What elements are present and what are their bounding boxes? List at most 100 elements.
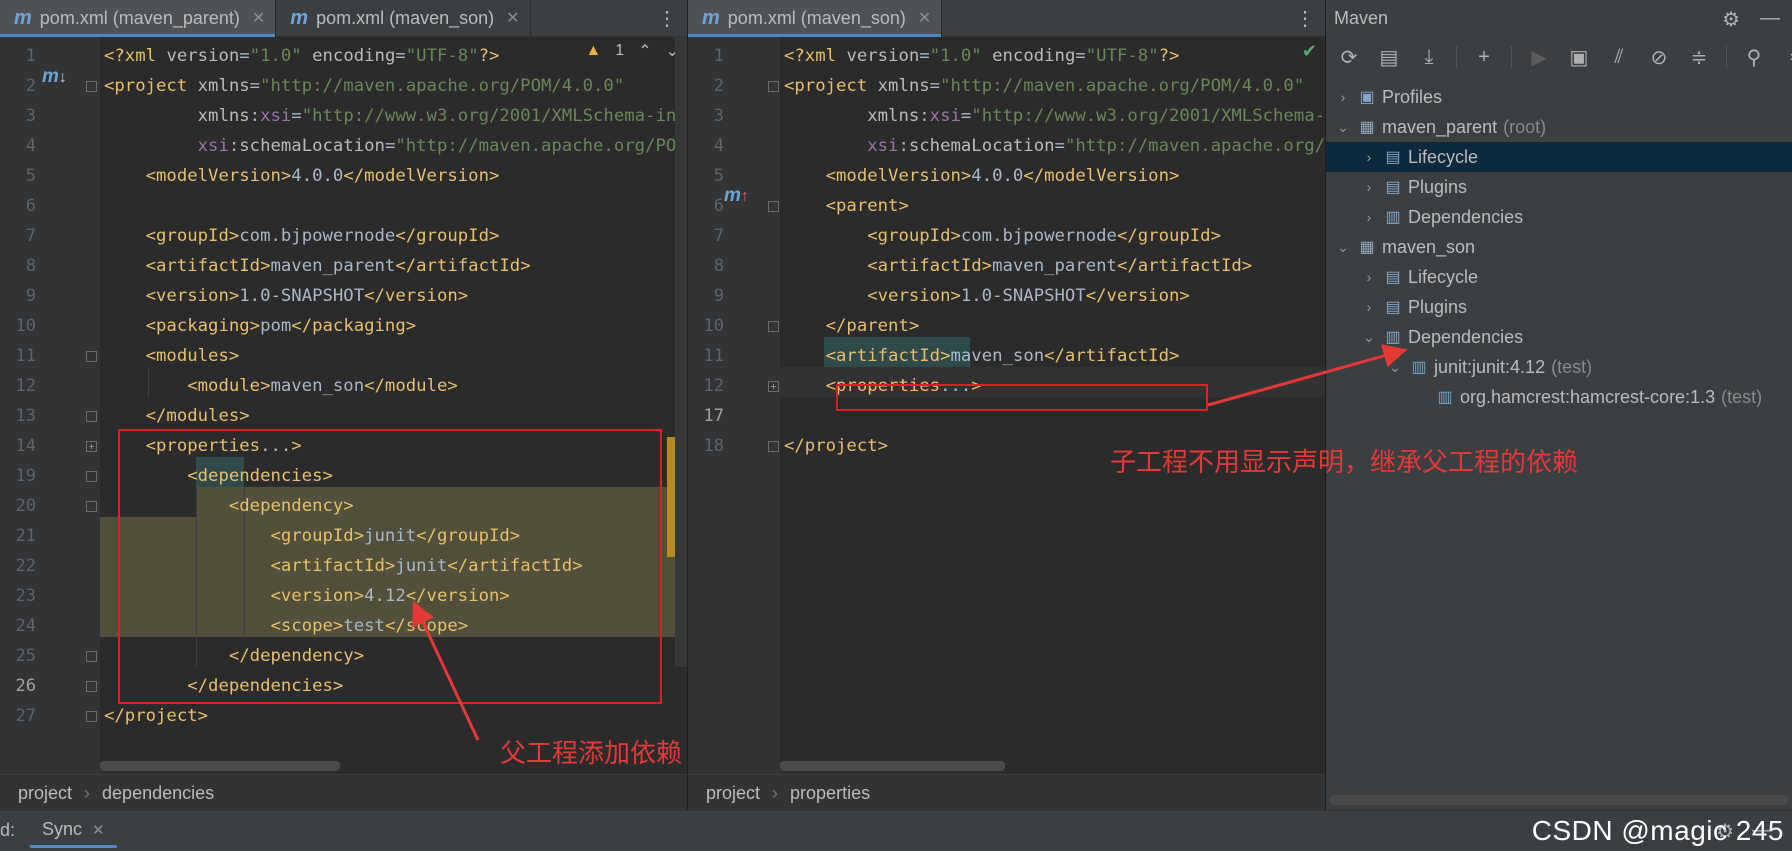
- line-number[interactable]: 25: [0, 641, 36, 671]
- code-line[interactable]: <project xmlns="http://maven.apache.org/…: [780, 71, 1304, 101]
- fold-collapse-icon[interactable]: [86, 711, 97, 722]
- line-number[interactable]: 18: [688, 431, 724, 461]
- maven-tree-item[interactable]: › ▥ Dependencies: [1326, 202, 1792, 232]
- line-number[interactable]: 2: [0, 71, 36, 101]
- analyze-dependencies-icon[interactable]: ⚲: [1741, 45, 1767, 70]
- maven-tree-item[interactable]: ⌄ ▦ maven_parent (root): [1326, 112, 1792, 142]
- line-number[interactable]: 23: [0, 581, 36, 611]
- line-number[interactable]: 24: [0, 611, 36, 641]
- fold-collapse-icon[interactable]: [86, 471, 97, 482]
- code-line[interactable]: [100, 191, 104, 221]
- skip-tests-icon[interactable]: ⊘: [1646, 45, 1672, 70]
- maven-tree-item[interactable]: ⌄ ▥ Dependencies: [1326, 322, 1792, 352]
- vertical-scrollbar[interactable]: [675, 37, 687, 667]
- tab-pom-maven-son[interactable]: m pom.xml (maven_son) ✕: [276, 0, 531, 36]
- inspection-widget[interactable]: ▲ 1 ⌃ ⌄: [585, 41, 679, 61]
- collapse-all-icon[interactable]: ≑: [1686, 45, 1712, 70]
- more-options-icon[interactable]: ⋮: [1295, 6, 1315, 31]
- line-number[interactable]: 4: [0, 131, 36, 161]
- fold-collapse-icon[interactable]: [768, 321, 779, 332]
- breadcrumb-item[interactable]: dependencies: [102, 783, 214, 804]
- horizontal-scrollbar[interactable]: [1330, 795, 1788, 805]
- fold-collapse-icon[interactable]: [768, 201, 779, 212]
- fold-collapse-icon[interactable]: [768, 81, 779, 92]
- chevron-right-icon[interactable]: ›: [1360, 149, 1378, 165]
- more-options-icon[interactable]: ⋮: [657, 6, 677, 31]
- chevron-right-icon[interactable]: ›: [1360, 269, 1378, 285]
- maven-override-icon[interactable]: m↓: [42, 66, 67, 88]
- close-icon[interactable]: ✕: [918, 8, 931, 28]
- maven-tree-item[interactable]: ⌄ ▦ maven_son: [1326, 232, 1792, 262]
- more-actions-icon[interactable]: »: [1781, 48, 1792, 66]
- code-line[interactable]: [780, 401, 784, 431]
- fold-collapse-icon[interactable]: [86, 351, 97, 362]
- line-number[interactable]: 26: [0, 671, 36, 701]
- fold-collapse-icon[interactable]: [86, 681, 97, 692]
- minimize-icon[interactable]: —: [1760, 7, 1780, 32]
- code-line[interactable]: xsi:schemaLocation="http://maven.apache.…: [780, 131, 1325, 161]
- code-line[interactable]: <version>1.0-SNAPSHOT</version>: [780, 281, 1190, 311]
- reload-icon[interactable]: ⟳: [1336, 45, 1362, 70]
- fold-collapse-icon[interactable]: [86, 411, 97, 422]
- line-number[interactable]: 2: [688, 71, 724, 101]
- code-line[interactable]: </project>: [780, 431, 888, 461]
- chevron-down-icon[interactable]: ⌄: [1360, 329, 1378, 346]
- chevron-up-icon[interactable]: ⌃: [638, 41, 651, 61]
- code-line[interactable]: </parent>: [780, 311, 920, 341]
- fold-expand-icon[interactable]: [768, 381, 779, 392]
- code-line[interactable]: <?xml version="1.0" encoding="UTF-8"?>: [780, 41, 1179, 71]
- line-number[interactable]: 9: [0, 281, 36, 311]
- chevron-right-icon[interactable]: ›: [1360, 299, 1378, 315]
- line-number[interactable]: 22: [0, 551, 36, 581]
- chevron-down-icon[interactable]: ⌄: [1334, 119, 1352, 136]
- fold-collapse-icon[interactable]: [86, 501, 97, 512]
- chevron-right-icon[interactable]: ›: [1360, 209, 1378, 225]
- horizontal-scrollbar[interactable]: [100, 761, 340, 771]
- breadcrumb-item[interactable]: project: [18, 783, 72, 804]
- tab-sync[interactable]: Sync ✕: [30, 811, 117, 848]
- tab-pom-maven-parent[interactable]: m pom.xml (maven_parent) ✕: [0, 0, 277, 37]
- line-number[interactable]: 4: [688, 131, 724, 161]
- run-icon[interactable]: ▶: [1526, 45, 1552, 70]
- chevron-down-icon[interactable]: ⌄: [1334, 239, 1352, 256]
- code-line[interactable]: <modules>: [100, 341, 240, 371]
- line-number[interactable]: 1: [0, 41, 36, 71]
- line-number[interactable]: 5: [0, 161, 36, 191]
- code-line[interactable]: </modules>: [100, 401, 250, 431]
- line-number[interactable]: 6: [0, 191, 36, 221]
- line-number[interactable]: 27: [0, 701, 36, 731]
- close-icon[interactable]: ✕: [252, 8, 265, 28]
- line-number[interactable]: 3: [688, 101, 724, 131]
- line-number[interactable]: 6: [688, 191, 724, 221]
- fold-collapse-icon[interactable]: [86, 651, 97, 662]
- line-number[interactable]: 13: [0, 401, 36, 431]
- toggle-offline-icon[interactable]: ⫽: [1606, 46, 1632, 69]
- code-line[interactable]: <?xml version="1.0" encoding="UTF-8"?>: [100, 41, 499, 71]
- code-line[interactable]: </project>: [100, 701, 208, 731]
- execute-goal-icon[interactable]: ▣: [1566, 45, 1592, 70]
- breadcrumb-item[interactable]: project: [706, 783, 760, 804]
- line-number[interactable]: 14: [0, 431, 36, 461]
- code-line[interactable]: <modelVersion>4.0.0</modelVersion>: [100, 161, 500, 191]
- code-line[interactable]: <project xmlns="http://maven.apache.org/…: [100, 71, 624, 101]
- add-icon[interactable]: +: [1471, 46, 1497, 69]
- code-line[interactable]: xmlns:xsi="http://www.w3.org/2001/XMLSch…: [100, 101, 687, 131]
- code-line[interactable]: <modelVersion>4.0.0</modelVersion>: [780, 161, 1180, 191]
- download-icon[interactable]: ⤓: [1416, 46, 1442, 69]
- chevron-right-icon[interactable]: ›: [1360, 179, 1378, 195]
- line-number[interactable]: 1: [688, 41, 724, 71]
- code-line[interactable]: <artifactId>maven_parent</artifactId>: [780, 251, 1252, 281]
- line-number[interactable]: 21: [0, 521, 36, 551]
- maven-tree-item[interactable]: ⌄ ▥ junit:junit:4.12 (test): [1326, 352, 1792, 382]
- code-line[interactable]: xsi:schemaLocation="http://maven.apache.…: [100, 131, 687, 161]
- line-number[interactable]: 8: [688, 251, 724, 281]
- close-icon[interactable]: ✕: [506, 8, 519, 28]
- fold-expand-icon[interactable]: [86, 441, 97, 452]
- code-line[interactable]: <module>maven_son</module>: [100, 371, 458, 401]
- line-number[interactable]: 9: [688, 281, 724, 311]
- line-number[interactable]: 3: [0, 101, 36, 131]
- line-number[interactable]: 12: [0, 371, 36, 401]
- fold-collapse-icon[interactable]: [768, 441, 779, 452]
- maven-tree-item[interactable]: › ▣ Profiles: [1326, 82, 1792, 112]
- line-number[interactable]: 8: [0, 251, 36, 281]
